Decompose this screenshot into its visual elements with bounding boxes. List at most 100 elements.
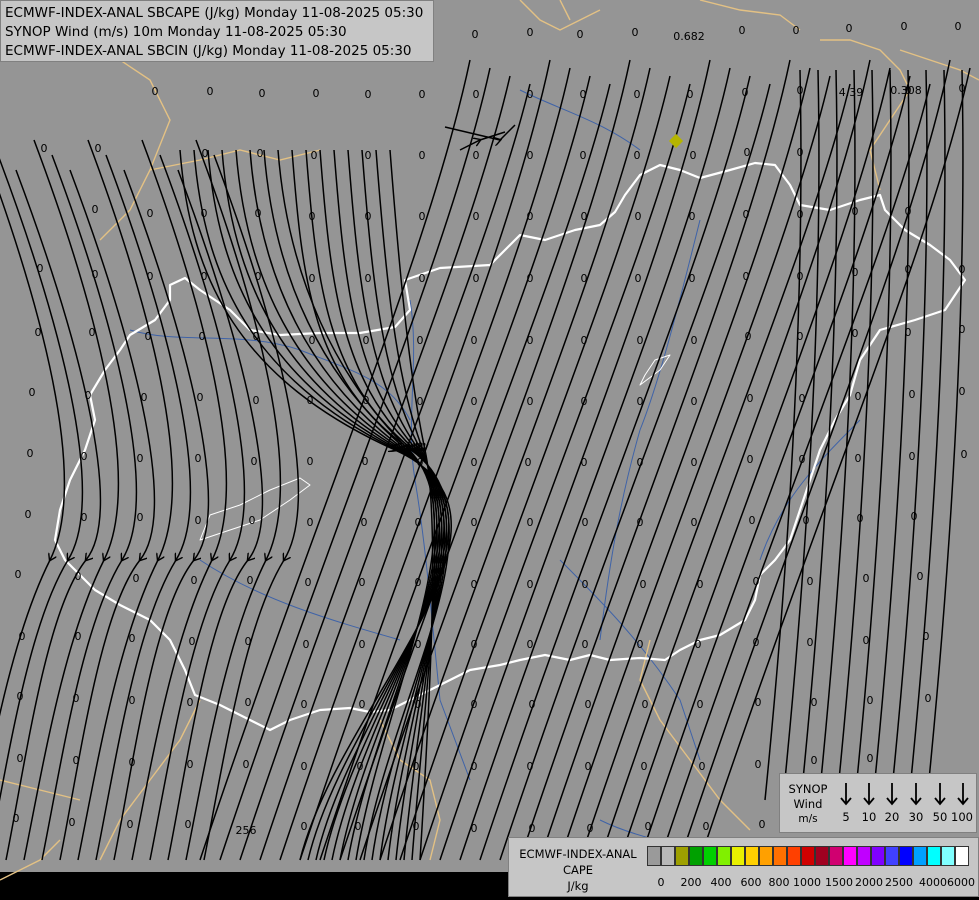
grid-value-label: 0: [251, 455, 258, 468]
grid-value-label: 0: [807, 636, 814, 649]
cape-color-swatch: [801, 846, 815, 866]
grid-value-label: 0: [901, 20, 908, 33]
grid-value-label: 0: [255, 270, 262, 283]
grid-value-label: 0: [905, 263, 912, 276]
grid-value-label: 0: [27, 447, 34, 460]
grid-value-label: 0: [359, 698, 366, 711]
grid-value-label: 0: [29, 386, 36, 399]
speed-label-5: 5: [842, 810, 850, 824]
grid-value-label: 0: [129, 632, 136, 645]
special-value-1: 0.682: [673, 30, 705, 43]
cape-tick-label: 1000: [793, 876, 821, 889]
cape-color-swatch: [913, 846, 927, 866]
grid-value-label: 0: [253, 330, 260, 343]
grid-value-label: 0: [739, 24, 746, 37]
grid-value-label: 0: [581, 456, 588, 469]
special-value-4: 256: [236, 824, 257, 837]
grid-value-label: 0: [245, 696, 252, 709]
grid-value-label: 0: [690, 149, 697, 162]
grid-value-label: 0: [471, 760, 478, 773]
grid-value-label: 0: [863, 634, 870, 647]
grid-value-label: 0: [637, 638, 644, 651]
cape-color-swatch: [759, 846, 773, 866]
grid-value-label: 0: [799, 392, 806, 405]
grid-value-label: 0: [413, 820, 420, 833]
grid-value-label: 0: [15, 568, 22, 581]
grid-value-label: 0: [137, 452, 144, 465]
grid-value-label: 0: [527, 149, 534, 162]
grid-value-label: 0: [195, 514, 202, 527]
grid-value-label: 0: [925, 692, 932, 705]
grid-value-label: 0: [580, 149, 587, 162]
grid-value-label: 0: [471, 698, 478, 711]
grid-value-label: 0: [742, 86, 749, 99]
grid-value-label: 0: [301, 760, 308, 773]
cape-tick-label: 4000: [919, 876, 947, 889]
grid-value-label: 0: [191, 574, 198, 587]
grid-value-label: 0: [129, 694, 136, 707]
grid-value-label: 0: [855, 390, 862, 403]
grid-value-label: 0: [365, 210, 372, 223]
grid-value-label: 0: [855, 452, 862, 465]
grid-value-label: 0: [89, 326, 96, 339]
grid-value-label: 0: [687, 0, 694, 3]
grid-value-label: 0: [92, 203, 99, 216]
grid-value-label: 0: [955, 20, 962, 33]
grid-value-label: 0: [743, 208, 750, 221]
grid-value-label: 0: [755, 696, 762, 709]
title-line-cin: ECMWF-INDEX-ANAL SBCIN (J/kg) Monday 11-…: [5, 43, 412, 59]
grid-value-label: 0: [127, 818, 134, 831]
synop-legend-title: SYNOP: [788, 782, 828, 796]
cape-color-swatch: [689, 846, 703, 866]
cape-tick-label: 2000: [855, 876, 883, 889]
grid-value-label: 0: [185, 818, 192, 831]
grid-value-label: 0: [307, 516, 314, 529]
grid-value-label: 0: [361, 516, 368, 529]
grid-value-label: 0: [811, 754, 818, 767]
synop-wind-legend: SYNOP Wind m/s 5 10 20 30 50 100: [779, 773, 977, 833]
grid-value-label: 0: [419, 149, 426, 162]
grid-value-label: 0: [187, 758, 194, 771]
cape-color-swatch: [675, 846, 689, 866]
grid-value-label: 0: [689, 210, 696, 223]
grid-value-label: 0: [959, 385, 966, 398]
cape-tick-label: 400: [710, 876, 732, 889]
cape-color-swatch: [899, 846, 913, 866]
cape-tick-label: 6000: [947, 876, 975, 889]
grid-value-label: 0: [419, 210, 426, 223]
grid-value-label: 0: [303, 638, 310, 651]
grid-value-label: 0: [415, 638, 422, 651]
grid-value-label: 0: [147, 270, 154, 283]
grid-value-label: 0: [13, 812, 20, 825]
cape-color-swatch: [661, 846, 675, 866]
grid-value-label: 0: [803, 514, 810, 527]
cape-tick-label: 600: [740, 876, 762, 889]
grid-value-label: 0: [909, 450, 916, 463]
grid-value-label: 0: [19, 630, 26, 643]
grid-value-label: 0: [797, 84, 804, 97]
grid-value-label: 0: [582, 578, 589, 591]
grid-value-label: 0: [747, 392, 754, 405]
grid-value-label: 0: [257, 147, 264, 160]
grid-value-label: 0: [472, 0, 479, 3]
grid-value-label: 0: [195, 452, 202, 465]
grid-value-label: 0: [743, 270, 750, 283]
title-line-cape: ECMWF-INDEX-ANAL SBCAPE (J/kg) Monday 11…: [5, 5, 424, 21]
grid-value-label: 0: [133, 572, 140, 585]
grid-value-label: 0: [634, 88, 641, 101]
grid-value-label: 0: [359, 638, 366, 651]
grid-value-label: 0: [129, 756, 136, 769]
cape-color-swatch: [927, 846, 941, 866]
grid-value-label: 0: [642, 698, 649, 711]
cape-color-swatch: [717, 846, 731, 866]
grid-value-label: 0: [797, 146, 804, 159]
grid-value-label: 0: [527, 26, 534, 39]
grid-value-label: 0: [471, 578, 478, 591]
grid-value-label: 0: [473, 210, 480, 223]
grid-value-label: 0: [867, 694, 874, 707]
grid-value-label: 0: [959, 82, 966, 95]
grid-value-label: 0: [365, 149, 372, 162]
cape-color-swatch: [941, 846, 955, 866]
cape-tick-label: 1500: [825, 876, 853, 889]
grid-value-label: 0: [527, 760, 534, 773]
